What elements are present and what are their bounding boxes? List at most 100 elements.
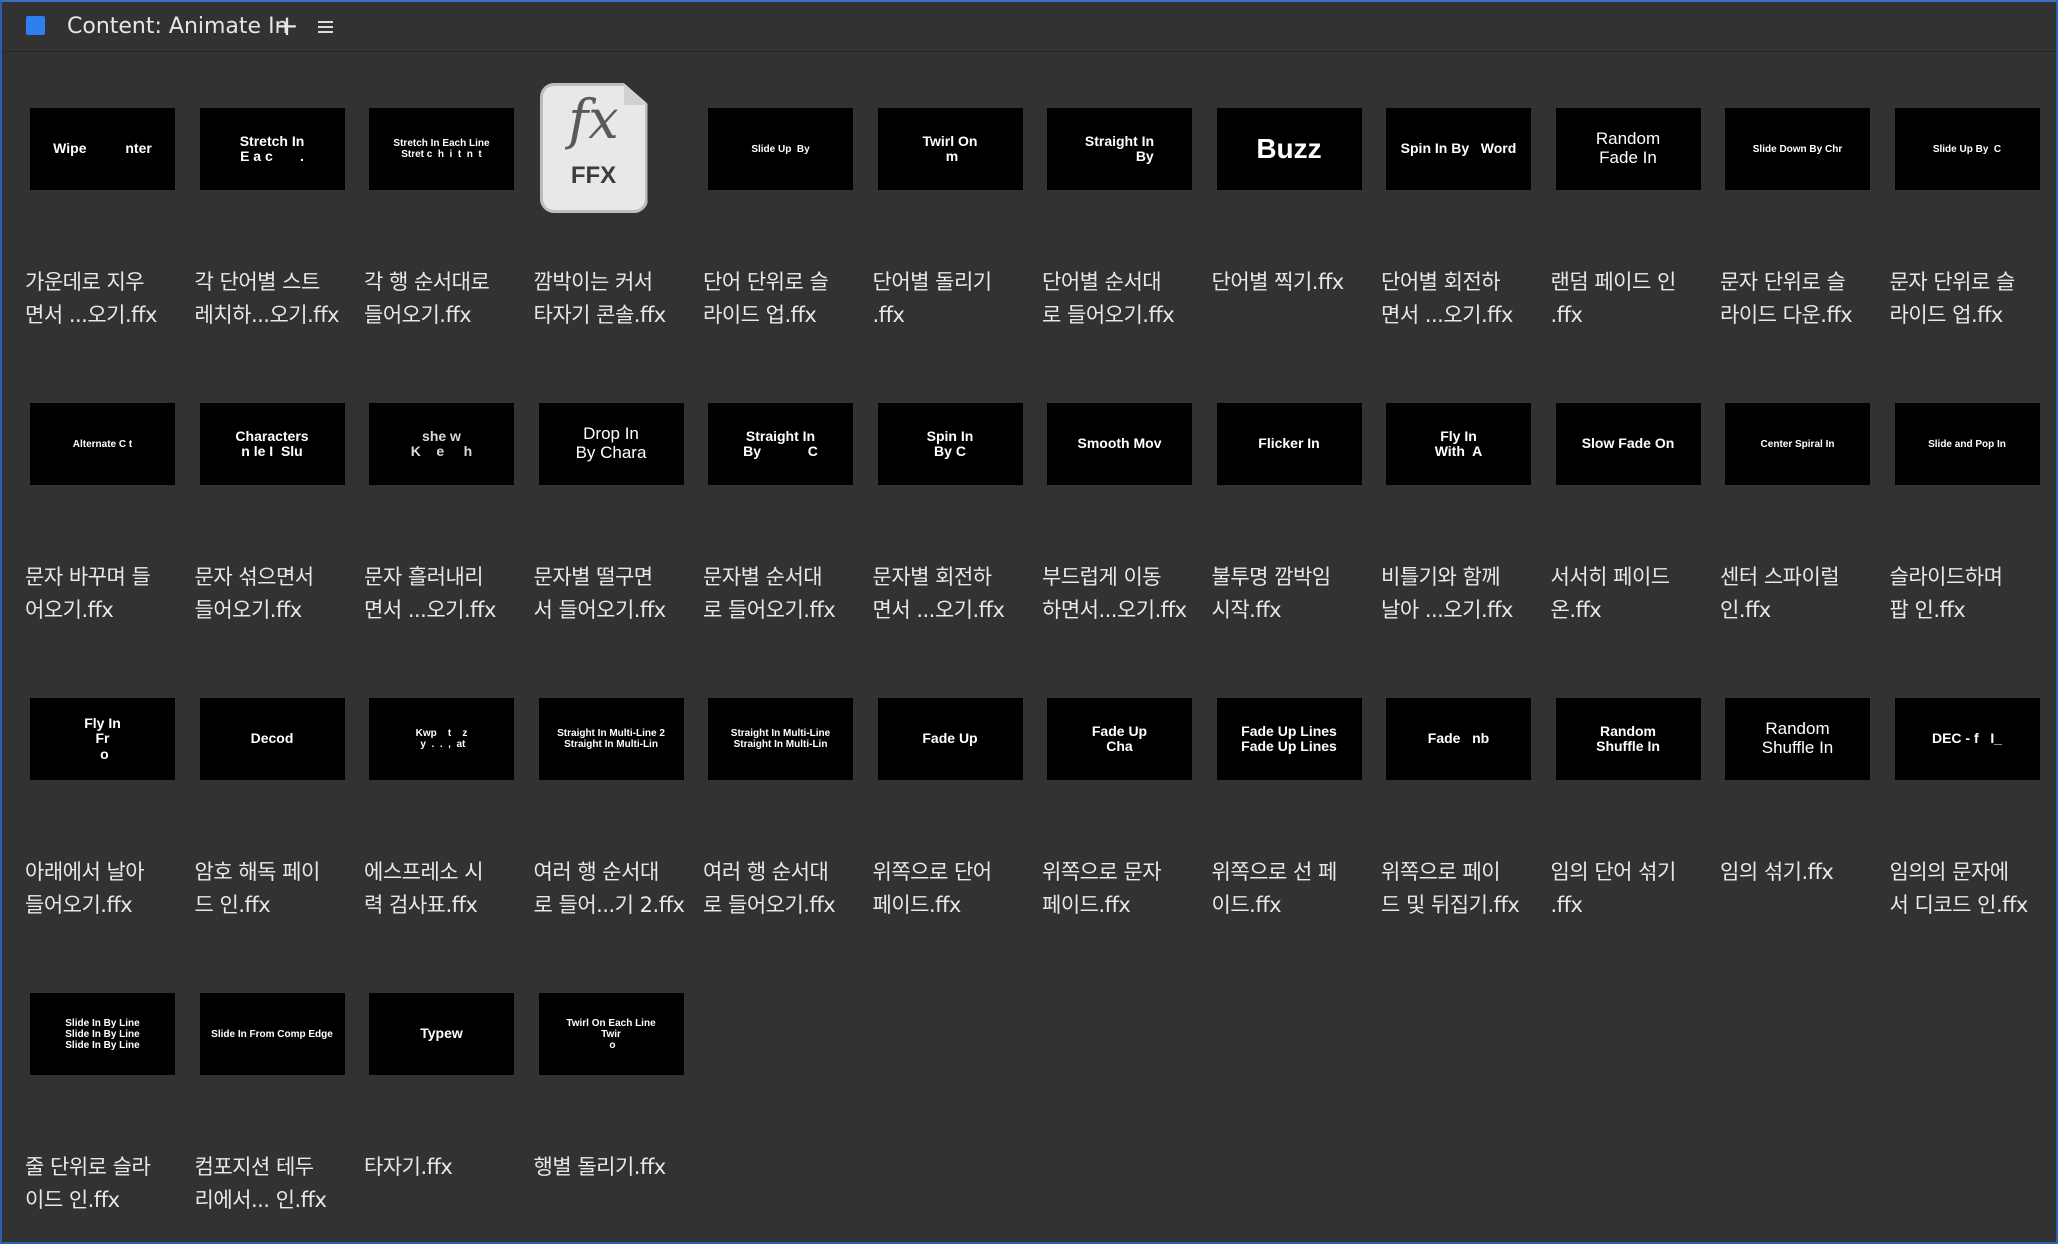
thumbnail-preview-text: Fade Up Cha bbox=[1091, 722, 1148, 754]
preset-thumbnail: Fade Up Cha bbox=[1047, 698, 1192, 780]
preset-file-name: 문자 바꾸며 들 어오기.ffx bbox=[25, 565, 151, 622]
preset-file-name: 비틀기와 함께 날아 ...오기.ffx bbox=[1381, 565, 1513, 622]
preset-item[interactable]: Slide and Pop In 슬라이드하며 팝 인.ffx bbox=[1885, 363, 2050, 653]
preset-item[interactable]: Alternate C t 문자 바꾸며 들 어오기.ffx bbox=[20, 363, 185, 653]
preset-item[interactable]: Typew 타자기.ffx bbox=[359, 953, 524, 1243]
preset-item[interactable]: Drop In By Chara 문자별 떨구면 서 들어오기.ffx bbox=[529, 363, 694, 653]
preset-thumbnail: Center Spiral In bbox=[1725, 403, 1870, 485]
thumbnail-preview-text: Slide Up By C bbox=[1932, 143, 2002, 155]
hamburger-menu-icon[interactable] bbox=[310, 12, 340, 42]
thumbnail-preview-text: Random Fade In bbox=[1595, 129, 1661, 167]
preset-file-name: 위쪽으로 페이 드 및 뒤집기.ffx bbox=[1381, 860, 1520, 917]
preset-item[interactable]: Slide Up By 단어 단위로 슬 라이드 업.ffx bbox=[698, 68, 863, 358]
preset-file-name: 타자기.ffx bbox=[364, 1155, 453, 1179]
thumbnail-preview-text: Flicker In bbox=[1258, 435, 1320, 452]
thumbnail-preview-text: Stretch In Each Line Stret c h i t n t bbox=[393, 138, 490, 160]
preset-thumbnail: Fly In Fr o bbox=[30, 698, 175, 780]
preset-item[interactable]: Flicker In 불투명 깜박임 시작.ffx bbox=[1207, 363, 1372, 653]
preset-item[interactable]: Random Fade In 랜덤 페이드 인 .ffx bbox=[1546, 68, 1711, 358]
thumbnail-preview-text: DEC - f I_ bbox=[1931, 730, 2002, 747]
preset-file-name: 임의 단어 섞기 .ffx bbox=[1550, 860, 1677, 917]
preset-file-name: 문자별 회전하 면서 ...오기.ffx bbox=[872, 565, 1005, 622]
preset-item[interactable]: Decod 암호 해독 페이 드 인.ffx bbox=[190, 658, 355, 948]
thumbnail-preview-text: Slow Fade On bbox=[1581, 435, 1675, 452]
preset-item[interactable]: Fade nb 위쪽으로 페이 드 및 뒤집기.ffx bbox=[1376, 658, 1541, 948]
thumbnail-preview-text: Typew bbox=[420, 1025, 463, 1042]
preset-item[interactable]: Stretch In E a c . 각 단어별 스트 레치하...오기.ffx bbox=[190, 68, 355, 358]
preset-item[interactable]: Random Shuffle In 임의 단어 섞기 .ffx bbox=[1546, 658, 1711, 948]
preset-thumbnail: Buzz bbox=[1216, 108, 1362, 190]
preset-item[interactable]: Fly In With A 비틀기와 함께 날아 ...오기.ffx bbox=[1376, 363, 1541, 653]
preset-thumbnail: Stretch In E a c . bbox=[199, 108, 345, 190]
preset-file-name: 서서히 페이드 온.ffx bbox=[1550, 565, 1671, 622]
preset-thumbnail: Twirl On m bbox=[877, 108, 1023, 190]
thumbnail-preview-text: Twirl On m bbox=[922, 132, 978, 164]
preset-item[interactable]: Random Shuffle In 임의 섞기.ffx bbox=[1715, 658, 1880, 948]
preset-item[interactable]: Straight In Multi-Line 2 Straight In Mul… bbox=[529, 658, 694, 948]
preset-thumbnail: Slow Fade On bbox=[1555, 403, 1701, 485]
thumbnail-preview-text: Fade Up Lines Fade Up Lines bbox=[1241, 722, 1337, 754]
preset-item[interactable]: Kwp t z y . . , at 에스프레소 시 력 검사표.ffx bbox=[359, 658, 524, 948]
preset-item[interactable]: Wipe nter 가운데로 지우 면서 ...오기.ffx bbox=[20, 68, 185, 358]
thumbnail-preview-text: Twirl On Each Line Twir o bbox=[566, 1017, 656, 1051]
preset-file-name: 단어 단위로 슬 라이드 업.ffx bbox=[703, 270, 829, 327]
preset-thumbnail: she w K e h bbox=[369, 403, 514, 485]
content-panel: Content: Animate In + Wipe nter 가운데로 지우 면… bbox=[0, 0, 2058, 1244]
thumbnail-preview-text: Spin In By C bbox=[926, 427, 974, 459]
preset-thumbnail: Random Shuffle In bbox=[1725, 698, 1870, 780]
thumbnail-preview-text: Kwp t z y . . , at bbox=[415, 728, 468, 750]
preset-item[interactable]: Center Spiral In 센터 스파이럴 인.ffx bbox=[1715, 363, 1880, 653]
thumbnail-preview-text: Fade nb bbox=[1427, 730, 1490, 747]
preset-file-name: 문자 흘러내리 면서 ...오기.ffx bbox=[364, 565, 496, 622]
ffx-label: FFX bbox=[570, 162, 617, 189]
preset-item[interactable]: DEC - f I_ 임의의 문자에 서 디코드 인.ffx bbox=[1885, 658, 2050, 948]
preset-thumbnail: Typew bbox=[369, 993, 514, 1075]
thumbnail-preview-text: Slide Up By bbox=[751, 143, 810, 155]
thumbnail-preview-text: Slide and Pop In bbox=[1928, 438, 2006, 450]
preset-item[interactable]: Spin In By C 문자별 회전하 면서 ...오기.ffx bbox=[868, 363, 1033, 653]
preset-file-name: 슬라이드하며 팝 인.ffx bbox=[1889, 565, 2003, 622]
preset-item[interactable]: Fade Up 위쪽으로 단어 페이드.ffx bbox=[868, 658, 1033, 948]
preset-item[interactable]: Fade Up Cha 위쪽으로 문자 페이드.ffx bbox=[1037, 658, 1202, 948]
preset-thumbnail: Flicker In bbox=[1216, 403, 1362, 485]
thumbnail-preview-text: Straight In Multi-Line Straight In Multi… bbox=[730, 728, 831, 750]
preset-item[interactable]: Buzz 단어별 찍기.ffx bbox=[1207, 68, 1372, 358]
preset-thumbnail: Fade nb bbox=[1386, 698, 1531, 780]
preset-item[interactable]: Straight In Multi-Line Straight In Multi… bbox=[698, 658, 863, 948]
add-button[interactable]: + bbox=[272, 8, 302, 44]
preset-item[interactable]: fx FFX 깜박이는 커서 타자기 콘솔.ffx bbox=[529, 68, 694, 358]
preset-thumbnail: Fade Up Lines Fade Up Lines bbox=[1216, 698, 1362, 780]
preset-item[interactable]: Fade Up Lines Fade Up Lines 위쪽으로 선 페 이드.f… bbox=[1207, 658, 1372, 948]
thumbnail-preview-text: Random Shuffle In bbox=[1761, 719, 1834, 757]
thumbnail-preview-text: Drop In By Chara bbox=[575, 424, 647, 462]
preset-thumbnail: Straight In By C bbox=[708, 403, 853, 485]
thumbnail-preview-text: Center Spiral In bbox=[1760, 438, 1835, 450]
preset-file-name: 문자별 떨구면 서 들어오기.ffx bbox=[533, 565, 667, 622]
preset-item[interactable]: Slow Fade On 서서히 페이드 온.ffx bbox=[1546, 363, 1711, 653]
preset-item[interactable]: Spin In By Word 단어별 회전하 면서 ...오기.ffx bbox=[1376, 68, 1541, 358]
preset-item[interactable]: Slide Up By C 문자 단위로 슬 라이드 업.ffx bbox=[1885, 68, 2050, 358]
preset-file-name: 문자 단위로 슬 라이드 업.ffx bbox=[1889, 270, 2016, 327]
panel-color-swatch[interactable] bbox=[26, 16, 45, 35]
thumbnail-preview-text: Buzz bbox=[1256, 132, 1322, 164]
preset-file-name: 가운데로 지우 면서 ...오기.ffx bbox=[25, 270, 157, 327]
preset-thumbnail: Slide and Pop In bbox=[1894, 403, 2040, 485]
preset-file-name: 위쪽으로 선 페 이드.ffx bbox=[1211, 860, 1338, 917]
thumbnail-preview-text: Straight In By C bbox=[743, 427, 818, 459]
preset-file-name: 각 행 순서대로 들어오기.ffx bbox=[364, 270, 490, 327]
preset-item[interactable]: Straight In By C 문자별 순서대 로 들어오기.ffx bbox=[698, 363, 863, 653]
preset-item[interactable]: she w K e h 문자 흘러내리 면서 ...오기.ffx bbox=[359, 363, 524, 653]
preset-item[interactable]: Slide In By Line Slide In By Line Slide … bbox=[20, 953, 185, 1243]
preset-item[interactable]: Characters n le I Slu 문자 섞으면서 들어오기.ffx bbox=[190, 363, 355, 653]
preset-item[interactable]: Smooth Mov 부드럽게 이동 하면서...오기.ffx bbox=[1037, 363, 1202, 653]
preset-thumbnail: Slide In From Comp Edge bbox=[199, 993, 345, 1075]
preset-item[interactable]: Twirl On Each Line Twir o 행별 돌리기.ffx bbox=[529, 953, 694, 1243]
preset-item[interactable]: Stretch In Each Line Stret c h i t n t 각 … bbox=[359, 68, 524, 358]
preset-item[interactable]: Fly In Fr o 아래에서 날아 들어오기.ffx bbox=[20, 658, 185, 948]
preset-item[interactable]: Slide In From Comp Edge 컴포지션 테두 리에서... 인.… bbox=[190, 953, 355, 1243]
preset-item[interactable]: Twirl On m 단어별 돌리기 .ffx bbox=[868, 68, 1033, 358]
preset-file-name: 행별 돌리기.ffx bbox=[533, 1155, 667, 1179]
preset-thumbnail: Spin In By C bbox=[877, 403, 1023, 485]
preset-item[interactable]: Slide Down By Chr 문자 단위로 슬 라이드 다운.ffx bbox=[1715, 68, 1880, 358]
preset-item[interactable]: Straight In By 단어별 순서대 로 들어오기.ffx bbox=[1037, 68, 1202, 358]
